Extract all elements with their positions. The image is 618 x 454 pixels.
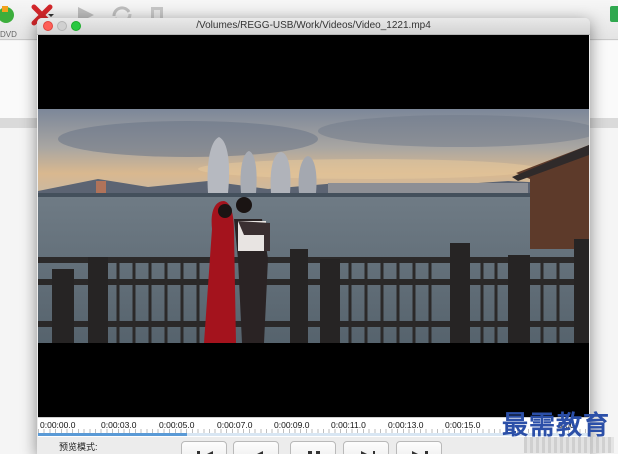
window-titlebar[interactable]: /Volumes/REGG-USB/Work/Videos/Video_1221… [37,18,590,35]
preview-window: /Volumes/REGG-USB/Work/Videos/Video_1221… [37,18,590,454]
step-forward-icon [361,451,375,454]
timeline-tick-label: 0:00:03.0 [101,420,137,430]
timeline-tick-label: 0:00:07.0 [217,420,253,430]
timeline-progress [38,433,187,436]
timeline-tick-label: 0:00:00.0 [40,420,76,430]
green-tab-icon [610,6,618,22]
watermark-text: 最需教育 [501,411,610,441]
skip-to-start-icon [197,451,213,454]
dvd-label: DVD [0,30,17,39]
timeline-tick-label: 0:00:11.0 [331,420,366,430]
preview-mode-label: 预览模式: [59,442,98,452]
skip-to-end-icon [412,451,428,454]
pause-icon [308,451,320,454]
video-viewport[interactable] [38,35,589,435]
window-title: /Volumes/REGG-USB/Work/Videos/Video_1221… [196,20,431,31]
step-back-icon [257,451,263,454]
step-back-button[interactable] [233,441,279,454]
timeline-tick-label: 0:00:15.0 [445,420,481,430]
step-forward-button[interactable] [343,441,389,454]
skip-to-end-button[interactable] [396,441,442,454]
video-frame-image [38,109,589,343]
add-green-icon[interactable] [0,4,18,26]
pause-button[interactable] [290,441,336,454]
timeline-tick-label: 0:00:09.0 [274,420,310,430]
skip-to-start-button[interactable] [181,441,227,454]
timeline-tick-label: 0:00:05.0 [159,420,195,430]
timeline-tick-label: 0:00:13.0 [388,420,424,430]
